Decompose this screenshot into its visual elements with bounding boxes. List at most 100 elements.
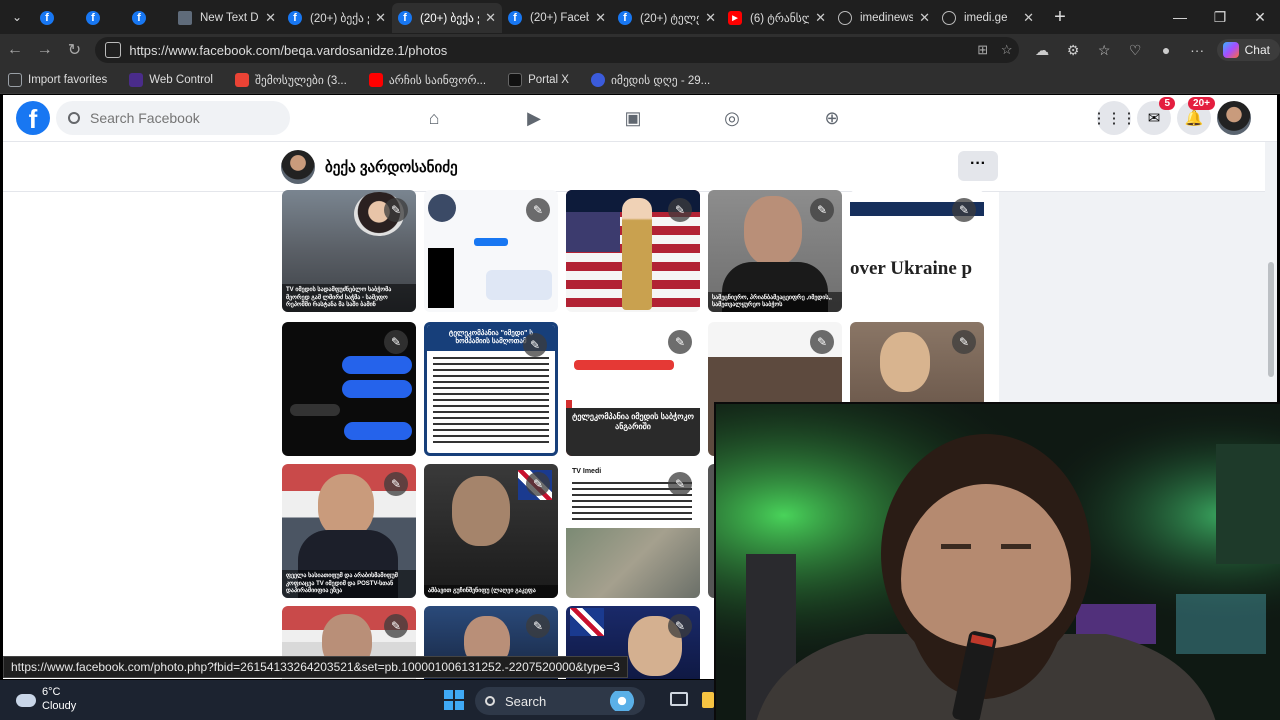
edit-icon[interactable]: ✎ bbox=[810, 330, 834, 354]
photo-item[interactable]: ✎ სამეცნიერო, პრიანბამეაცეიფრე ,იმედის,,… bbox=[708, 190, 842, 312]
groups-icon[interactable]: ◎ bbox=[719, 105, 745, 131]
edit-icon[interactable]: ✎ bbox=[668, 614, 692, 638]
edit-icon[interactable]: ✎ bbox=[952, 198, 976, 222]
more-options-icon[interactable]: ··· bbox=[1182, 42, 1213, 58]
favorite-web-control[interactable]: Web Control bbox=[129, 72, 213, 87]
close-tab-icon[interactable]: ✕ bbox=[815, 10, 826, 26]
browser-essentials-icon[interactable]: ♡ bbox=[1120, 42, 1151, 59]
edit-icon[interactable]: ✎ bbox=[810, 198, 834, 222]
favorite-youtube[interactable]: არჩის საინფორ... bbox=[368, 72, 486, 87]
back-icon[interactable]: ← bbox=[0, 41, 30, 59]
photo-item[interactable]: ✎ bbox=[566, 190, 700, 312]
close-tab-icon[interactable]: ✕ bbox=[919, 10, 930, 26]
close-tab-icon[interactable]: ✕ bbox=[485, 10, 496, 26]
close-tab-icon[interactable]: ✕ bbox=[1023, 10, 1034, 26]
browser-tab[interactable]: imedinews.ge✕ bbox=[832, 3, 936, 33]
globe-icon bbox=[838, 11, 852, 25]
facebook-search[interactable] bbox=[56, 101, 290, 135]
edit-icon[interactable]: ✎ bbox=[668, 198, 692, 222]
browser-tab[interactable]: f(20+) ბექა ვა✕ bbox=[282, 3, 392, 33]
favorite-import[interactable]: Import favorites bbox=[8, 72, 107, 87]
notifications-icon[interactable]: 🔔 20+ bbox=[1177, 97, 1215, 135]
favorites-bar: Import favorites Web Control შემოსულები … bbox=[0, 66, 1280, 94]
edit-icon[interactable]: ✎ bbox=[523, 333, 547, 357]
close-window-icon[interactable]: ✕ bbox=[1240, 9, 1280, 26]
favorite-star-icon[interactable]: ☆ bbox=[995, 42, 1019, 58]
close-tab-icon[interactable]: ✕ bbox=[265, 10, 276, 26]
home-icon[interactable]: ⌂ bbox=[421, 105, 447, 131]
photo-item[interactable]: ტელეკომპანია "იმედი" ს ხომპამიის სამღოთა… bbox=[424, 322, 558, 456]
search-highlight-icon bbox=[605, 691, 639, 711]
search-input[interactable] bbox=[90, 110, 270, 126]
browser-tab[interactable]: New Text Doc✕ bbox=[172, 3, 282, 33]
browser-tab[interactable]: f(20+) Faceboo✕ bbox=[502, 3, 612, 33]
facebook-icon: f bbox=[288, 11, 302, 25]
globe-icon bbox=[942, 11, 956, 25]
edit-icon[interactable]: ✎ bbox=[526, 472, 550, 496]
windows-start-icon[interactable] bbox=[444, 690, 464, 710]
favorite-portal-x[interactable]: Portal X bbox=[508, 72, 569, 87]
close-tab-icon[interactable]: ✕ bbox=[375, 10, 386, 26]
edit-icon[interactable]: ✎ bbox=[384, 614, 408, 638]
profile-icon[interactable]: ● bbox=[1151, 42, 1182, 58]
browser-tab[interactable]: ▶ (6) ტრანსლ ✕ bbox=[722, 3, 832, 33]
edit-icon[interactable]: ✎ bbox=[526, 614, 550, 638]
edit-icon[interactable]: ✎ bbox=[526, 198, 550, 222]
photo-item[interactable]: TV Imedi ✎ bbox=[566, 464, 700, 598]
weather-widget[interactable]: 6°C Cloudy bbox=[16, 686, 76, 714]
task-view-icon[interactable] bbox=[670, 692, 688, 706]
account-avatar[interactable] bbox=[1217, 101, 1251, 135]
profile-name[interactable]: ბექა ვარდოსანიძე bbox=[325, 158, 458, 176]
extensions-icon[interactable]: ⚙ bbox=[1058, 42, 1089, 59]
messenger-icon[interactable]: ✉ 5 bbox=[1137, 97, 1175, 135]
photo-item[interactable]: ✎ bbox=[282, 322, 416, 456]
photo-item[interactable]: ✎ ფეელა ხასიათიფუმ და არაბისმამიფუმ კოფი… bbox=[282, 464, 416, 598]
photo-item[interactable]: over Ukraine p ✎ bbox=[850, 190, 984, 312]
new-tab-button[interactable]: + bbox=[1040, 6, 1080, 29]
video-icon[interactable]: ▶ bbox=[521, 105, 547, 131]
photo-item[interactable]: ✎ bbox=[424, 190, 558, 312]
site-info-icon[interactable] bbox=[105, 42, 122, 58]
browser-tab[interactable]: f bbox=[80, 3, 126, 33]
edit-icon[interactable]: ✎ bbox=[384, 472, 408, 496]
apps-icon[interactable]: ⊞ bbox=[971, 42, 995, 58]
forward-icon[interactable]: → bbox=[30, 41, 60, 59]
browser-tab[interactable]: f bbox=[34, 3, 80, 33]
close-tab-icon[interactable]: ✕ bbox=[705, 10, 716, 26]
tab-actions-menu-icon[interactable]: ⌄ bbox=[0, 0, 34, 34]
browser-tab-active[interactable]: f(20+) ბექა ვა✕ bbox=[392, 3, 502, 33]
browser-tab[interactable]: f bbox=[126, 3, 172, 33]
favorite-imedi[interactable]: იმედის დღე - 29... bbox=[590, 72, 710, 87]
gaming-icon[interactable]: ⊕ bbox=[819, 105, 845, 131]
edit-icon[interactable]: ✎ bbox=[384, 330, 408, 354]
profile-avatar[interactable] bbox=[281, 150, 315, 184]
edit-icon[interactable]: ✎ bbox=[384, 198, 408, 222]
facebook-logo[interactable]: f bbox=[16, 101, 50, 135]
url-field[interactable]: https://www.facebook.com/beqa.vardosanid… bbox=[95, 37, 1019, 63]
photo-item[interactable]: ✎ ამბავით გუჩინშენიფუ (ლაღეი გაკეფა bbox=[424, 464, 558, 598]
maximize-icon[interactable]: ❐ bbox=[1200, 9, 1240, 26]
edit-icon[interactable]: ✎ bbox=[668, 472, 692, 496]
favorites-icon[interactable]: ☆ bbox=[1089, 42, 1120, 59]
photo-item[interactable]: ტელეკომპანია იმედის საბჭოკო ანგარიში ✎ bbox=[566, 322, 700, 456]
edit-icon[interactable]: ✎ bbox=[668, 330, 692, 354]
menu-grid-icon[interactable]: ⋮⋮⋮ bbox=[1092, 101, 1137, 135]
scrollbar-thumb[interactable] bbox=[1268, 262, 1274, 377]
minimize-icon[interactable]: — bbox=[1160, 9, 1200, 26]
photo-item[interactable]: ✎ TV იმედის სადამფუძნებლო საბჭომა მეორედ… bbox=[282, 190, 416, 312]
status-url: https://www.facebook.com/photo.php?fbid=… bbox=[3, 656, 628, 678]
cloud-icon[interactable]: ☁ bbox=[1027, 42, 1058, 59]
taskbar-search[interactable]: Search bbox=[475, 687, 645, 715]
file-explorer-icon[interactable] bbox=[702, 692, 714, 708]
refresh-icon[interactable]: ↻ bbox=[60, 40, 90, 60]
weather-condition: Cloudy bbox=[42, 700, 77, 712]
copilot-chat-button[interactable]: Chat bbox=[1216, 39, 1280, 61]
facebook-icon: f bbox=[40, 11, 54, 25]
favorite-gmail[interactable]: შემოსულები (3... bbox=[234, 72, 347, 87]
close-tab-icon[interactable]: ✕ bbox=[595, 10, 606, 26]
browser-tab[interactable]: f(20+) ტელევ✕ bbox=[612, 3, 722, 33]
edit-icon[interactable]: ✎ bbox=[952, 330, 976, 354]
browser-tab[interactable]: imedi.ge ✕ bbox=[936, 3, 1040, 33]
marketplace-icon[interactable]: ▣ bbox=[620, 105, 646, 131]
more-options-button[interactable]: ··· bbox=[958, 151, 998, 181]
